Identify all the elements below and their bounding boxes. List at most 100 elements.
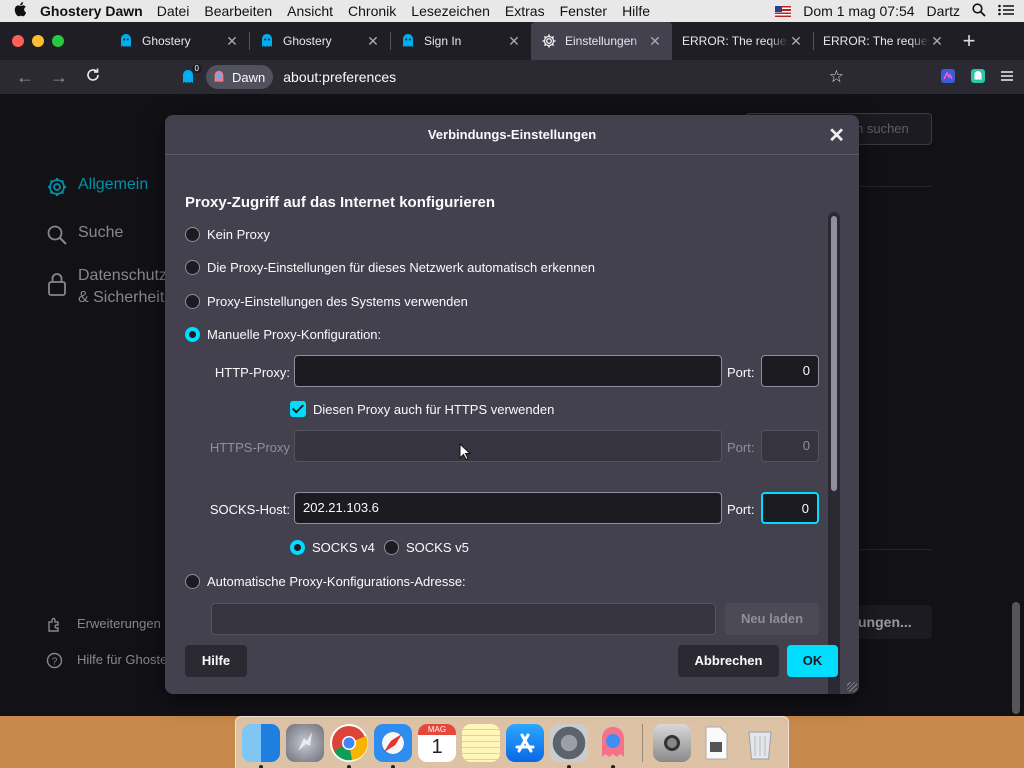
tab-ghostery-2[interactable]: Ghostery ✕ [249, 22, 390, 60]
ok-button[interactable]: OK [787, 645, 838, 677]
connection-settings-dialog: Verbindungs-Einstellungen ✕ Proxy-Zugrif… [165, 115, 859, 694]
document-icon[interactable] [697, 724, 735, 762]
apple-menu-icon[interactable] [0, 1, 40, 21]
finder-icon[interactable] [242, 723, 280, 768]
http-proxy-label: HTTP-Proxy: [214, 365, 290, 380]
radio-button[interactable] [384, 540, 399, 555]
radio-system-proxy[interactable]: Proxy-Einstellungen des Systems verwende… [185, 294, 468, 309]
http-proxy-input[interactable] [294, 355, 722, 387]
identity-box[interactable]: Dawn [206, 65, 274, 89]
close-tab-icon[interactable]: ✕ [507, 33, 521, 50]
socks-port-input[interactable]: 0 [761, 492, 819, 524]
chrome-icon[interactable] [330, 723, 368, 768]
mouse-cursor-icon [459, 443, 471, 461]
safari-icon[interactable] [374, 723, 412, 768]
app-menu-icon[interactable] [1000, 70, 1014, 85]
tab-einstellungen[interactable]: Einstellungen ✕ [531, 22, 672, 60]
launchpad-icon[interactable] [286, 723, 324, 762]
tab-strip: Ghostery ✕ Ghostery ✕ Sign In ✕ Einstell… [0, 22, 1024, 60]
extension-icon[interactable] [940, 68, 956, 87]
https-same-proxy-checkbox[interactable]: Diesen Proxy auch für HTTPS verwenden [290, 401, 554, 417]
radio-label: SOCKS v5 [406, 540, 469, 555]
socks-host-input[interactable]: 202.21.103.6 [294, 492, 722, 524]
radio-button[interactable] [185, 294, 200, 309]
menu-lesezeichen[interactable]: Lesezeichen [411, 3, 490, 19]
tracker-count-badge: 0 [191, 64, 202, 73]
close-tab-icon[interactable]: ✕ [789, 33, 803, 50]
close-tab-icon[interactable]: ✕ [225, 33, 239, 50]
radio-socks-v4[interactable]: SOCKS v4 [290, 540, 375, 555]
dock-separator [642, 723, 643, 762]
radio-button-selected[interactable] [290, 540, 305, 555]
close-window-button[interactable] [12, 35, 24, 47]
scrollbar-thumb[interactable] [831, 216, 837, 491]
menu-ansicht[interactable]: Ansicht [287, 3, 333, 19]
radio-label: Kein Proxy [207, 227, 270, 242]
tab-error-2[interactable]: ERROR: The request ✕ [813, 22, 954, 60]
menubar-clock[interactable]: Dom 1 mag 07:54 [803, 3, 914, 19]
bookmark-star-icon[interactable]: ☆ [829, 67, 844, 87]
dawn-logo-icon [214, 70, 224, 83]
gear-icon [542, 34, 556, 48]
menu-fenster[interactable]: Fenster [560, 3, 607, 19]
app-menu[interactable]: Ghostery Dawn [40, 3, 143, 19]
app-store-icon[interactable] [506, 723, 544, 762]
close-tab-icon[interactable]: ✕ [930, 33, 944, 50]
tab-sign-in[interactable]: Sign In ✕ [390, 22, 531, 60]
preview-icon[interactable] [653, 723, 691, 762]
url-text[interactable]: about:preferences [283, 69, 396, 85]
radio-button[interactable] [185, 574, 200, 589]
system-preferences-icon[interactable] [550, 723, 588, 768]
radio-socks-v5[interactable]: SOCKS v5 [384, 540, 469, 555]
forward-arrow-icon[interactable]: → [42, 67, 76, 88]
new-tab-button[interactable]: + [954, 28, 984, 54]
checkbox-checked[interactable] [290, 401, 306, 417]
close-icon[interactable]: ✕ [828, 123, 845, 148]
radio-button-selected[interactable] [185, 327, 200, 342]
ghostery-extension-icon[interactable] [970, 68, 986, 87]
menu-datei[interactable]: Datei [157, 3, 190, 19]
menu-hilfe[interactable]: Hilfe [622, 3, 650, 19]
trash-icon[interactable] [741, 724, 779, 762]
calendar-month: MAG [418, 723, 456, 735]
input-source-flag-icon[interactable] [775, 5, 792, 17]
close-tab-icon[interactable]: ✕ [648, 33, 662, 50]
cancel-button[interactable]: Abbrechen [678, 645, 779, 677]
menubar-user[interactable]: Dartz [927, 3, 960, 19]
menu-chronik[interactable]: Chronik [348, 3, 396, 19]
radio-button[interactable] [185, 260, 200, 275]
back-arrow-icon[interactable]: ← [8, 67, 42, 88]
ghostery-icon [403, 34, 413, 47]
help-button[interactable]: Hilfe [185, 645, 247, 677]
menu-extras[interactable]: Extras [505, 3, 545, 19]
spotlight-search-icon[interactable] [972, 2, 986, 20]
http-port-input[interactable]: 0 [761, 355, 819, 387]
dialog-scrollbar[interactable] [828, 212, 840, 694]
reload-icon[interactable] [76, 67, 110, 88]
radio-no-proxy[interactable]: Kein Proxy [185, 227, 270, 242]
resize-grip-icon[interactable] [847, 682, 857, 692]
menu-bearbeiten[interactable]: Bearbeiten [204, 3, 272, 19]
control-center-icon[interactable] [998, 3, 1014, 19]
socks-host-label: SOCKS-Host: [209, 502, 290, 517]
radio-manual-proxy[interactable]: Manuelle Proxy-Konfiguration: [185, 327, 381, 342]
tab-error-1[interactable]: ERROR: The request ✕ [672, 22, 813, 60]
page-scrollbar[interactable] [1012, 602, 1020, 714]
calendar-icon[interactable]: MAG 1 [418, 723, 456, 762]
ghostery-tracker-button[interactable]: 0 [174, 63, 202, 91]
radio-label: Die Proxy-Einstellungen für dieses Netzw… [207, 260, 596, 275]
radio-label: SOCKS v4 [312, 540, 375, 555]
socks-port-label: Port: [727, 502, 755, 517]
tab-ghostery-1[interactable]: Ghostery ✕ [108, 22, 249, 60]
ghostery-dawn-icon[interactable] [594, 724, 632, 768]
radio-button[interactable] [185, 227, 200, 242]
zoom-window-button[interactable] [52, 35, 64, 47]
proxy-heading: Proxy-Zugriff auf das Internet konfiguri… [185, 194, 496, 211]
radio-auto-config-url[interactable]: Automatische Proxy-Konfigurations-Adress… [185, 574, 466, 589]
url-bar[interactable]: 0 Dawn about:preferences ☆ [174, 62, 850, 92]
notes-icon[interactable] [462, 723, 500, 762]
radio-auto-detect[interactable]: Die Proxy-Einstellungen für dieses Netzw… [185, 260, 595, 275]
minimize-window-button[interactable] [32, 35, 44, 47]
https-proxy-label: HTTPS-Proxy [209, 440, 290, 455]
close-tab-icon[interactable]: ✕ [366, 33, 380, 50]
